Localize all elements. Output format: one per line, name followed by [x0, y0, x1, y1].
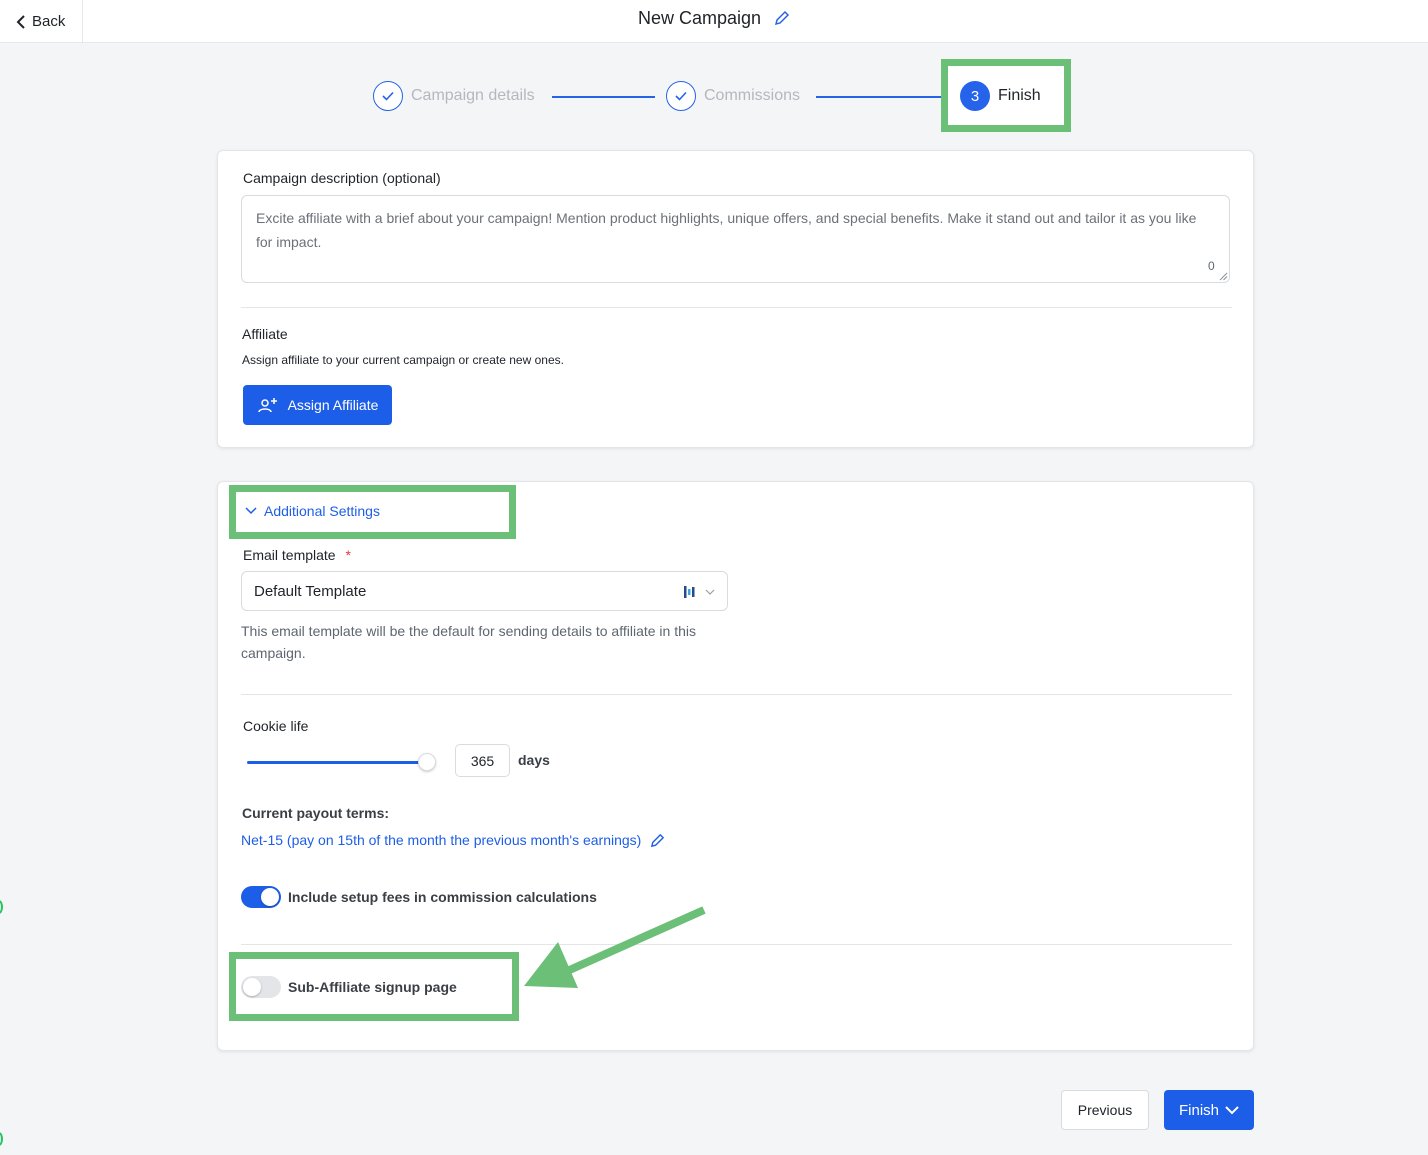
affiliate-heading: Affiliate: [242, 326, 288, 342]
toggle-knob: [243, 978, 261, 996]
step-commissions[interactable]: Commissions: [666, 81, 800, 111]
chevron-down-icon: [705, 589, 715, 595]
page-title-wrap: New Campaign: [0, 7, 1428, 29]
assign-affiliate-label: Assign Affiliate: [287, 397, 379, 413]
email-template-help: This email template will be the default …: [241, 623, 696, 661]
payout-terms-link[interactable]: Net-15 (pay on 15th of the month the pre…: [241, 832, 665, 848]
add-users-icon: [257, 398, 277, 413]
divider: [241, 944, 1232, 945]
chevron-down-icon: [1225, 1105, 1239, 1114]
description-textarea[interactable]: Excite affiliate with a brief about your…: [241, 195, 1230, 283]
edge-marker: [0, 900, 3, 914]
template-brand-icon: [684, 586, 695, 598]
pencil-icon[interactable]: [650, 833, 665, 848]
cookie-life-label: Cookie life: [243, 718, 309, 734]
additional-settings-label: Additional Settings: [264, 503, 380, 519]
finish-label: Finish: [1178, 1101, 1219, 1119]
sub-affiliate-label: Sub-Affiliate signup page: [288, 979, 457, 995]
cookie-life-slider-thumb[interactable]: [418, 753, 436, 771]
email-template-select[interactable]: Default Template: [241, 571, 728, 611]
email-template-label-text: Email template: [243, 547, 336, 563]
chevron-down-icon: [245, 507, 257, 515]
finish-button[interactable]: Finish: [1164, 1090, 1254, 1130]
step-connector: [816, 96, 944, 98]
cookie-life-input[interactable]: 365: [455, 744, 510, 777]
affiliate-subtext: Assign affiliate to your current campaig…: [242, 353, 564, 367]
payout-terms-value: Net-15 (pay on 15th of the month the pre…: [241, 832, 642, 848]
char-count: 0: [1208, 259, 1215, 273]
previous-button[interactable]: Previous: [1061, 1090, 1149, 1130]
step-number: 3: [960, 81, 990, 111]
description-label: Campaign description (optional): [243, 170, 441, 186]
cookie-life-slider[interactable]: [247, 761, 427, 764]
check-icon: [373, 81, 403, 111]
required-mark: *: [345, 547, 351, 563]
payout-terms-label: Current payout terms:: [242, 805, 390, 821]
previous-label: Previous: [1077, 1102, 1133, 1118]
setup-fees-toggle[interactable]: [241, 886, 281, 908]
step-label: Finish: [998, 87, 1041, 104]
step-label: Commissions: [704, 87, 801, 104]
sub-affiliate-toggle[interactable]: [241, 976, 281, 998]
top-bar: Back New Campaign: [0, 0, 1428, 43]
assign-affiliate-button[interactable]: Assign Affiliate: [243, 385, 392, 425]
step-campaign-details[interactable]: Campaign details: [373, 81, 535, 111]
pencil-icon[interactable]: [774, 10, 790, 26]
annotation-arrow-icon: [524, 906, 706, 988]
resize-handle-icon[interactable]: [1219, 272, 1228, 281]
divider: [241, 694, 1232, 695]
check-icon: [666, 81, 696, 111]
cookie-life-value: 365: [470, 752, 495, 769]
step-connector: [552, 96, 655, 98]
step-finish[interactable]: 3 Finish: [960, 81, 1041, 111]
cookie-life-unit: days: [518, 752, 550, 768]
edge-marker: [0, 1132, 3, 1146]
email-template-label: Email template *: [243, 547, 351, 563]
email-template-value: Default Template: [254, 582, 367, 600]
description-placeholder: Excite affiliate with a brief about your…: [256, 210, 1197, 250]
divider: [241, 307, 1232, 308]
step-label: Campaign details: [411, 87, 535, 104]
page-title: New Campaign: [637, 7, 762, 28]
toggle-knob: [261, 888, 279, 906]
additional-settings-toggle[interactable]: Additional Settings: [245, 503, 380, 519]
